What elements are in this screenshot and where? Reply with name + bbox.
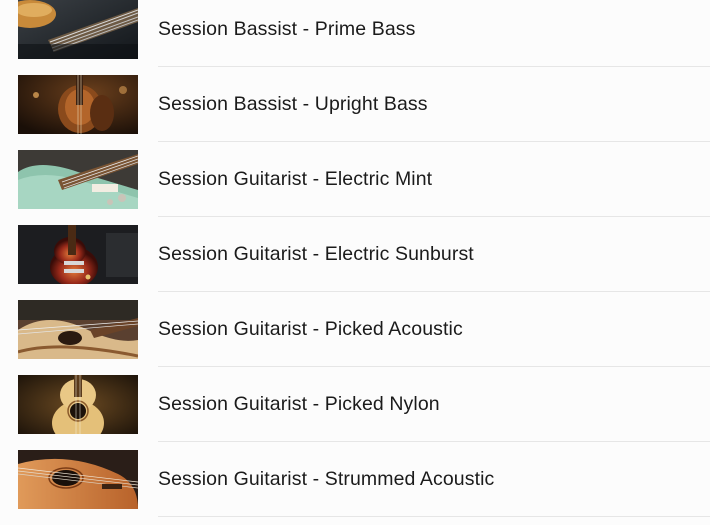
instrument-label: Session Bassist - Upright Bass [158, 93, 428, 115]
instrument-row-electric-sunburst[interactable]: Session Guitarist - Electric Sunburst [0, 217, 710, 292]
upright-bass-image [18, 75, 138, 134]
instrument-label: Session Bassist - Prime Bass [158, 18, 416, 40]
strummed-acoustic-guitar-image [18, 450, 138, 509]
instrument-row-strummed-acoustic[interactable]: Session Guitarist - Strummed Acoustic [0, 442, 710, 517]
instrument-list: Session Bassist - Prime Bass Session Bas… [0, 0, 710, 525]
instrument-label: Session Guitarist - Electric Sunburst [158, 243, 474, 265]
instrument-row-upright-bass[interactable]: Session Bassist - Upright Bass [0, 67, 710, 142]
acoustic-guitar-image [18, 300, 138, 359]
instrument-row-electric-mint[interactable]: Session Guitarist - Electric Mint [0, 142, 710, 217]
instrument-label: Session Guitarist - Strummed Acoustic [158, 468, 495, 490]
electric-bass-neck-image [18, 0, 138, 59]
instrument-row-picked-nylon[interactable]: Session Guitarist - Picked Nylon [0, 367, 710, 442]
sunburst-electric-guitar-image [18, 225, 138, 284]
nylon-guitar-image [18, 375, 138, 434]
instrument-row-prime-bass[interactable]: Session Bassist - Prime Bass [0, 0, 710, 67]
mint-electric-guitar-image [18, 150, 138, 209]
row-divider [158, 516, 710, 517]
instrument-label: Session Guitarist - Electric Mint [158, 168, 433, 190]
instrument-label: Session Guitarist - Picked Acoustic [158, 318, 463, 340]
instrument-label: Session Guitarist - Picked Nylon [158, 393, 440, 415]
instrument-row-picked-acoustic[interactable]: Session Guitarist - Picked Acoustic [0, 292, 710, 367]
